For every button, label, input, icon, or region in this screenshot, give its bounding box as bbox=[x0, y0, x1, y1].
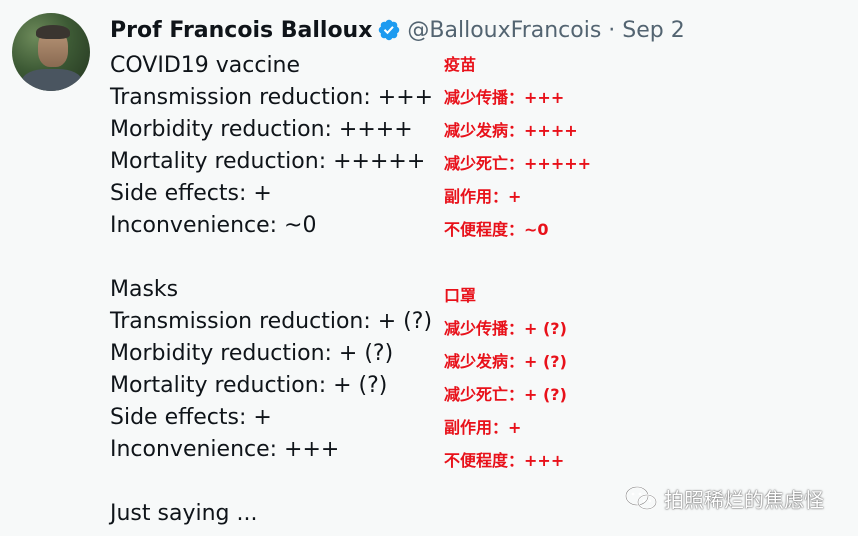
annotation-label: 减少发病：+ (?) bbox=[444, 352, 567, 371]
tweet: Prof Francois Balloux @BallouxFrancois ·… bbox=[0, 0, 858, 536]
tweet-line: COVID19 vaccine bbox=[110, 53, 301, 78]
tweet-line: Just saying ... bbox=[110, 501, 258, 526]
watermark: 拍照稀烂的焦虑怪 bbox=[624, 484, 824, 512]
tweet-line: Inconvenience: +++ bbox=[110, 437, 340, 462]
tweet-line: Transmission reduction: + (?) bbox=[110, 309, 433, 334]
verified-badge-icon bbox=[379, 19, 400, 41]
annotation-label: 不便程度：+++ bbox=[444, 451, 565, 470]
annotation-label: 减少死亡：+ (?) bbox=[444, 385, 567, 404]
annotation-label: 减少传播：+ (?) bbox=[444, 319, 567, 338]
annotation-label: 不便程度：~0 bbox=[444, 220, 549, 239]
tweet-line: Mortality reduction: +++++ bbox=[110, 149, 426, 174]
tweet-line: Inconvenience: ~0 bbox=[110, 213, 317, 238]
avatar-hair bbox=[36, 25, 70, 39]
wechat-icon bbox=[625, 486, 657, 510]
annotation-label: 减少死亡：+++++ bbox=[444, 154, 592, 173]
annotation-label: 减少传播：+++ bbox=[444, 88, 565, 107]
handle-and-date[interactable]: @BallouxFrancois · Sep 2 bbox=[407, 18, 684, 43]
tweet-line: Side effects: + bbox=[110, 405, 272, 430]
tweet-line: Side effects: + bbox=[110, 181, 272, 206]
avatar-shirt bbox=[22, 69, 82, 91]
avatar[interactable] bbox=[12, 13, 90, 91]
annotation-label: 疫苗 bbox=[444, 55, 477, 74]
tweet-line: Transmission reduction: +++ bbox=[110, 85, 434, 110]
tweet-line: Morbidity reduction: ++++ bbox=[110, 117, 413, 142]
tweet-line: Morbidity reduction: + (?) bbox=[110, 341, 394, 366]
annotation-label: 减少发病：++++ bbox=[444, 121, 578, 140]
tweet-header: Prof Francois Balloux @BallouxFrancois ·… bbox=[110, 14, 685, 46]
tweet-line: Mortality reduction: + (?) bbox=[110, 373, 388, 398]
watermark-text: 拍照稀烂的焦虑怪 bbox=[664, 487, 824, 512]
annotation-label: 副作用：+ bbox=[444, 187, 522, 206]
annotation-label: 副作用：+ bbox=[444, 418, 522, 437]
author-name[interactable]: Prof Francois Balloux bbox=[110, 18, 372, 43]
tweet-line: Masks bbox=[110, 277, 179, 302]
annotation-label: 口罩 bbox=[444, 286, 477, 305]
